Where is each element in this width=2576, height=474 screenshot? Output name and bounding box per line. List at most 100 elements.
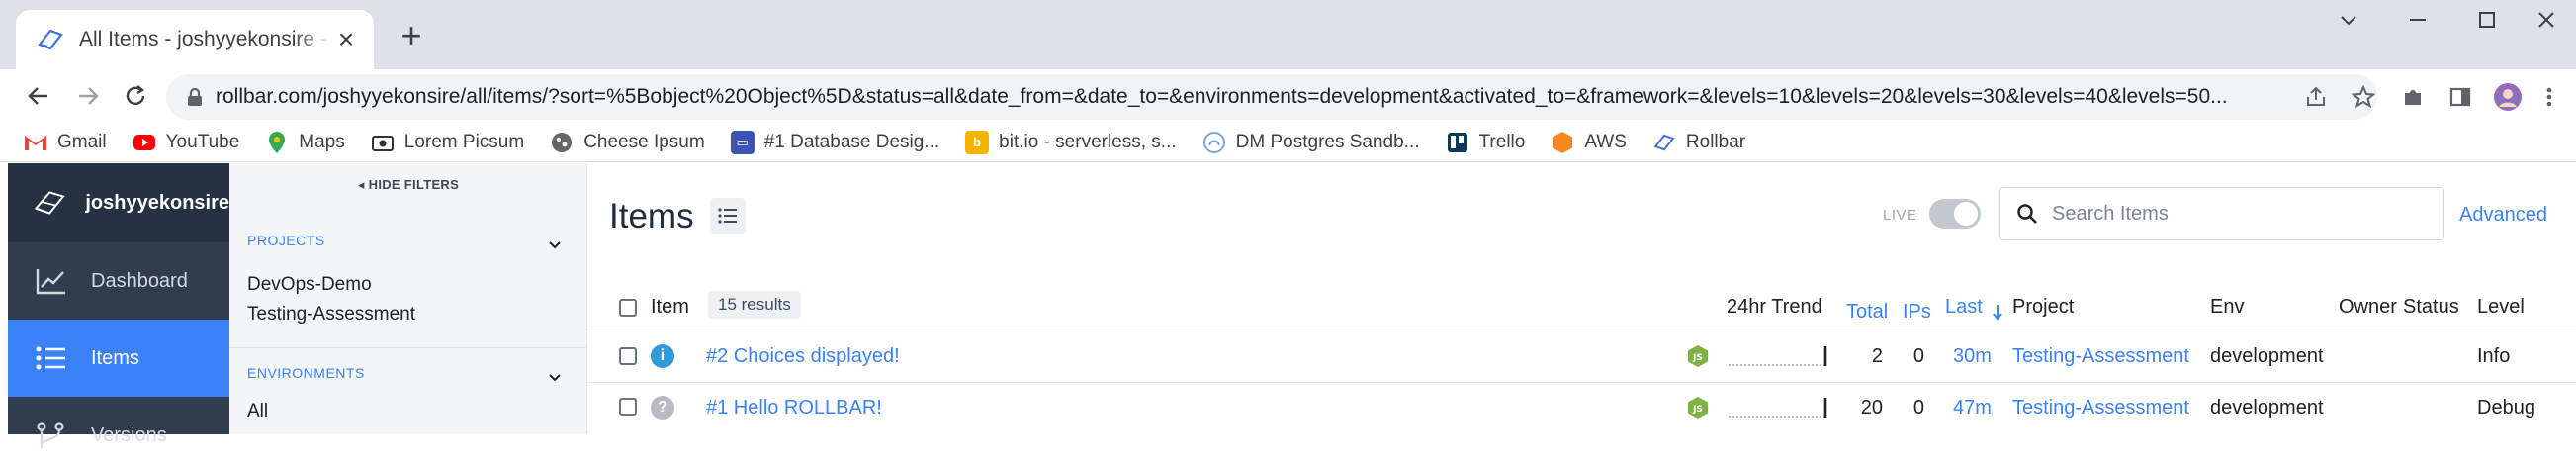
sidebar-item-label: Dashboard	[91, 269, 188, 292]
close-window-icon[interactable]	[2512, 0, 2576, 40]
question-icon: ?	[651, 396, 674, 420]
level-value: Debug	[2477, 397, 2535, 419]
bookmark-dm-postgres[interactable]: DM Postgres Sandb...	[1202, 131, 1420, 154]
bookmark-database-design[interactable]: ▭ #1 Database Desig...	[730, 130, 939, 154]
list-icon	[34, 340, 69, 376]
results-count-badge: 15 results	[708, 291, 801, 319]
chrome-menu-icon[interactable]	[2533, 81, 2565, 113]
sidebar-item-label: Items	[91, 346, 139, 369]
bookmark-gmail[interactable]: Gmail	[24, 131, 107, 154]
close-tab-icon[interactable]: ×	[332, 24, 360, 54]
gmail-icon	[24, 131, 47, 154]
list-icon	[718, 208, 737, 224]
project-filter-value[interactable]: Testing-Assessment	[247, 304, 415, 326]
nodejs-icon: JS	[1688, 397, 1708, 419]
bookmark-aws[interactable]: AWS	[1551, 131, 1627, 154]
forward-icon[interactable]	[69, 77, 107, 115]
page-title: Items	[609, 197, 694, 236]
column-header-trend: 24hr Trend	[1727, 296, 1822, 318]
extensions-icon[interactable]	[2397, 81, 2429, 113]
project-link[interactable]: Testing-Assessment	[2012, 345, 2189, 368]
url-text[interactable]: rollbar.com/joshyyekonsire/all/items/?so…	[216, 85, 2292, 109]
column-header-ips[interactable]: IPs	[1903, 301, 1931, 324]
lock-icon[interactable]	[186, 87, 204, 107]
item-title-link[interactable]: #2 Choices displayed!	[706, 345, 900, 368]
toggle-knob	[1954, 202, 1978, 226]
env-value: development	[2210, 397, 2324, 419]
chart-line-icon	[34, 263, 69, 299]
last-occurrence[interactable]: 30m	[1953, 345, 1992, 368]
tab-title: All Items - joshyyekonsire - Rollbar	[79, 28, 332, 50]
sidebar-item-versions[interactable]: Versions	[8, 397, 229, 474]
last-occurrence[interactable]: 47m	[1953, 397, 1992, 420]
ips-count: 0	[1912, 345, 1924, 367]
profile-avatar[interactable]	[2492, 81, 2524, 113]
back-icon[interactable]	[20, 77, 57, 115]
total-count: 2	[1871, 345, 1883, 367]
rollbar-logo-icon	[34, 191, 65, 215]
filter-divider	[229, 347, 587, 348]
column-header-status: Status	[2403, 296, 2459, 318]
maps-icon	[265, 131, 289, 154]
search-input[interactable]	[2052, 202, 2428, 226]
advanced-search-link[interactable]: Advanced	[2459, 204, 2547, 227]
sidebar-item-dashboard[interactable]: Dashboard	[8, 242, 229, 320]
column-header-env: Env	[2210, 296, 2245, 318]
new-tab-icon[interactable]: +	[394, 15, 429, 55]
postgres-icon	[1202, 131, 1226, 154]
youtube-icon	[133, 131, 156, 154]
row-checkbox[interactable]	[619, 398, 637, 416]
filters-panel: ◂ HIDE FILTERS PROJECTS DevOps-Demo Test…	[229, 163, 587, 434]
share-icon[interactable]	[2300, 81, 2332, 113]
environments-filter-label: ENVIRONMENTS	[247, 365, 365, 381]
bookmarks-bar: Gmail YouTube Maps Lorem Picsum Cheese I…	[0, 123, 2576, 162]
bookmark-trello[interactable]: Trello	[1446, 131, 1525, 154]
address-bar[interactable]: rollbar.com/joshyyekonsire/all/items/?so…	[166, 74, 2377, 120]
bookmark-cheese-ipsum[interactable]: Cheese Ipsum	[550, 131, 705, 154]
picture-icon	[371, 131, 395, 154]
bookmark-rollbar[interactable]: Rollbar	[1652, 131, 1745, 154]
rollbar-icon	[38, 29, 63, 50]
row-divider	[587, 382, 2576, 383]
column-header-total[interactable]: Total	[1846, 301, 1888, 324]
sidebar-item-items[interactable]: Items	[8, 320, 229, 397]
projects-filter-label: PROJECTS	[247, 233, 325, 248]
org-switcher[interactable]: joshyyekonsire	[8, 163, 229, 242]
hide-filters-button[interactable]: ◂ HIDE FILTERS	[229, 177, 587, 193]
project-link[interactable]: Testing-Assessment	[2012, 397, 2189, 420]
list-view-button[interactable]	[710, 198, 746, 234]
search-icon	[2017, 204, 2037, 224]
trend-sparkline	[1729, 346, 1827, 366]
minimize-icon[interactable]	[2383, 0, 2452, 40]
rollbar-icon	[1652, 131, 1676, 154]
ips-count: 0	[1912, 397, 1924, 419]
live-label: LIVE	[1883, 207, 1917, 224]
live-toggle[interactable]	[1929, 199, 1981, 229]
column-header-last[interactable]: Last	[1945, 296, 2003, 321]
environments-chevron-down-icon[interactable]	[545, 367, 565, 387]
select-all-checkbox[interactable]	[619, 299, 637, 317]
side-panel-icon[interactable]	[2444, 81, 2476, 113]
trend-sparkline	[1729, 398, 1827, 418]
bitio-icon: b	[965, 130, 990, 154]
reload-icon[interactable]	[117, 77, 154, 115]
column-header-project: Project	[2012, 296, 2075, 318]
bookmark-lorem-picsum[interactable]: Lorem Picsum	[371, 131, 524, 154]
projects-chevron-down-icon[interactable]	[545, 235, 565, 254]
row-checkbox[interactable]	[619, 347, 637, 365]
bookmark-youtube[interactable]: YouTube	[133, 131, 239, 154]
total-count: 20	[1860, 397, 1883, 419]
env-value: development	[2210, 345, 2324, 367]
tab-search-chevron-icon[interactable]	[2314, 0, 2383, 40]
search-box	[1999, 187, 2444, 240]
bookmark-star-icon[interactable]	[2348, 81, 2379, 113]
svg-text:JS: JS	[1692, 353, 1703, 363]
svg-text:JS: JS	[1692, 405, 1703, 415]
item-title-link[interactable]: #1 Hello ROLLBAR!	[706, 397, 882, 420]
bookmark-maps[interactable]: Maps	[265, 131, 345, 154]
browser-tab[interactable]: All Items - joshyyekonsire - Rollbar ×	[16, 10, 374, 69]
bookmark-bitio[interactable]: b bit.io - serverless, s...	[965, 130, 1177, 154]
environment-filter-value[interactable]: All	[247, 401, 268, 423]
project-filter-value[interactable]: DevOps-Demo	[247, 274, 372, 296]
sort-down-arrow-icon	[1993, 305, 2003, 321]
